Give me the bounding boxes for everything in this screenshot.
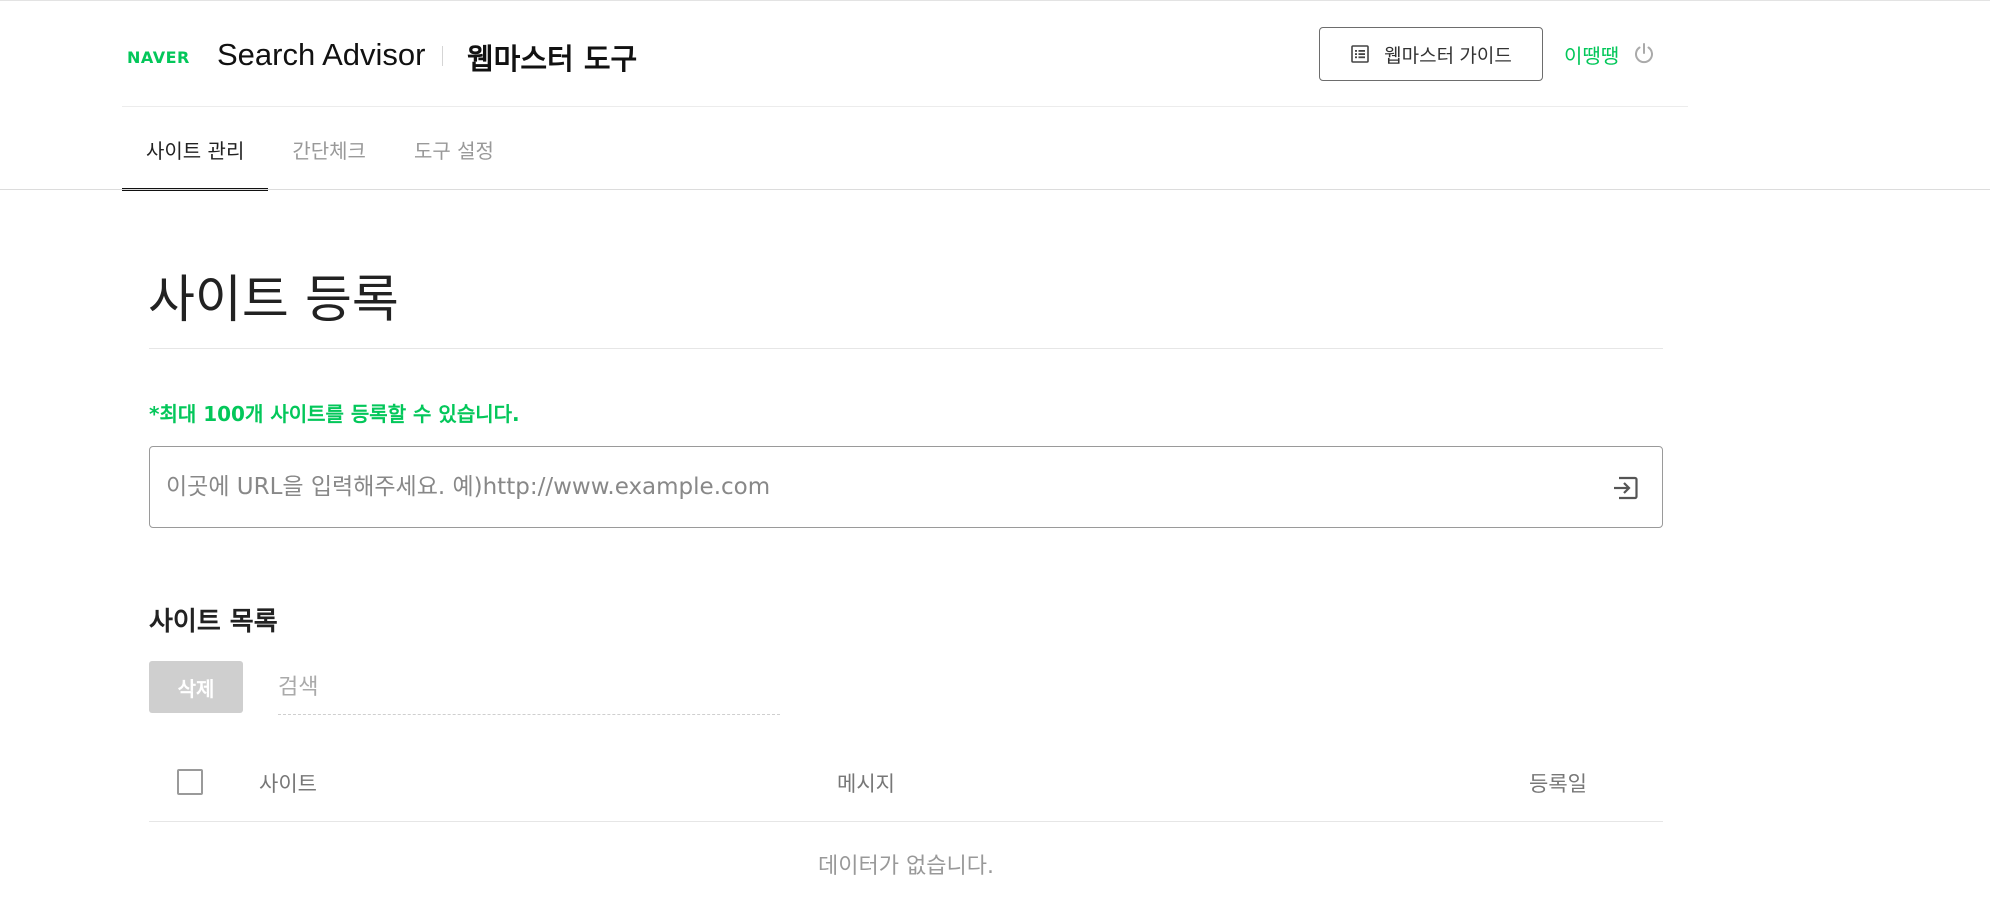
url-input[interactable] <box>166 447 1586 527</box>
product-name[interactable]: Search Advisor <box>217 37 426 73</box>
title-divider-line <box>149 348 1663 349</box>
search-field <box>278 661 780 715</box>
user-name[interactable]: 이땡땡 <box>1564 40 1619 69</box>
tab-label: 간단체크 <box>292 138 366 163</box>
tab-site-management[interactable]: 사이트 관리 <box>122 108 269 191</box>
tool-name[interactable]: 웹마스터 도구 <box>467 36 637 78</box>
enter-arrow-icon[interactable] <box>1610 472 1642 504</box>
power-icon[interactable] <box>1632 41 1656 65</box>
column-header-message[interactable]: 메시지 <box>837 768 895 798</box>
naver-logo[interactable]: NAVER <box>127 48 190 67</box>
tab-tool-settings[interactable]: 도구 설정 <box>390 108 518 190</box>
main-tabs: 사이트 관리 간단체크 도구 설정 <box>122 108 518 191</box>
webmaster-guide-button[interactable]: 웹마스터 가이드 <box>1319 27 1543 81</box>
title-divider <box>442 46 443 66</box>
column-header-registered-date[interactable]: 등록일 <box>1529 768 1587 798</box>
guide-button-label: 웹마스터 가이드 <box>1384 45 1512 67</box>
site-limit-notice: *최대 100개 사이트를 등록할 수 있습니다. <box>149 402 520 426</box>
site-table-header: 사이트 메시지 등록일 <box>149 752 1663 822</box>
select-all-checkbox[interactable] <box>177 769 203 795</box>
document-list-icon <box>1351 45 1369 63</box>
tab-label: 도구 설정 <box>413 138 494 163</box>
search-input[interactable] <box>278 661 780 713</box>
tab-label: 사이트 관리 <box>146 138 245 163</box>
tab-simple-check[interactable]: 간단체크 <box>268 108 390 190</box>
column-header-site[interactable]: 사이트 <box>259 768 317 798</box>
page-title: 사이트 등록 <box>148 271 399 330</box>
delete-button[interactable]: 삭제 <box>149 661 243 713</box>
site-header: NAVER Search Advisor 웹마스터 도구 웹마스터 가이드 이땡… <box>122 0 1688 107</box>
empty-table-message: 데이터가 없습니다. <box>818 854 994 879</box>
url-input-box <box>149 446 1663 528</box>
site-list-title: 사이트 목록 <box>149 607 278 637</box>
tabs-divider <box>0 189 1990 190</box>
